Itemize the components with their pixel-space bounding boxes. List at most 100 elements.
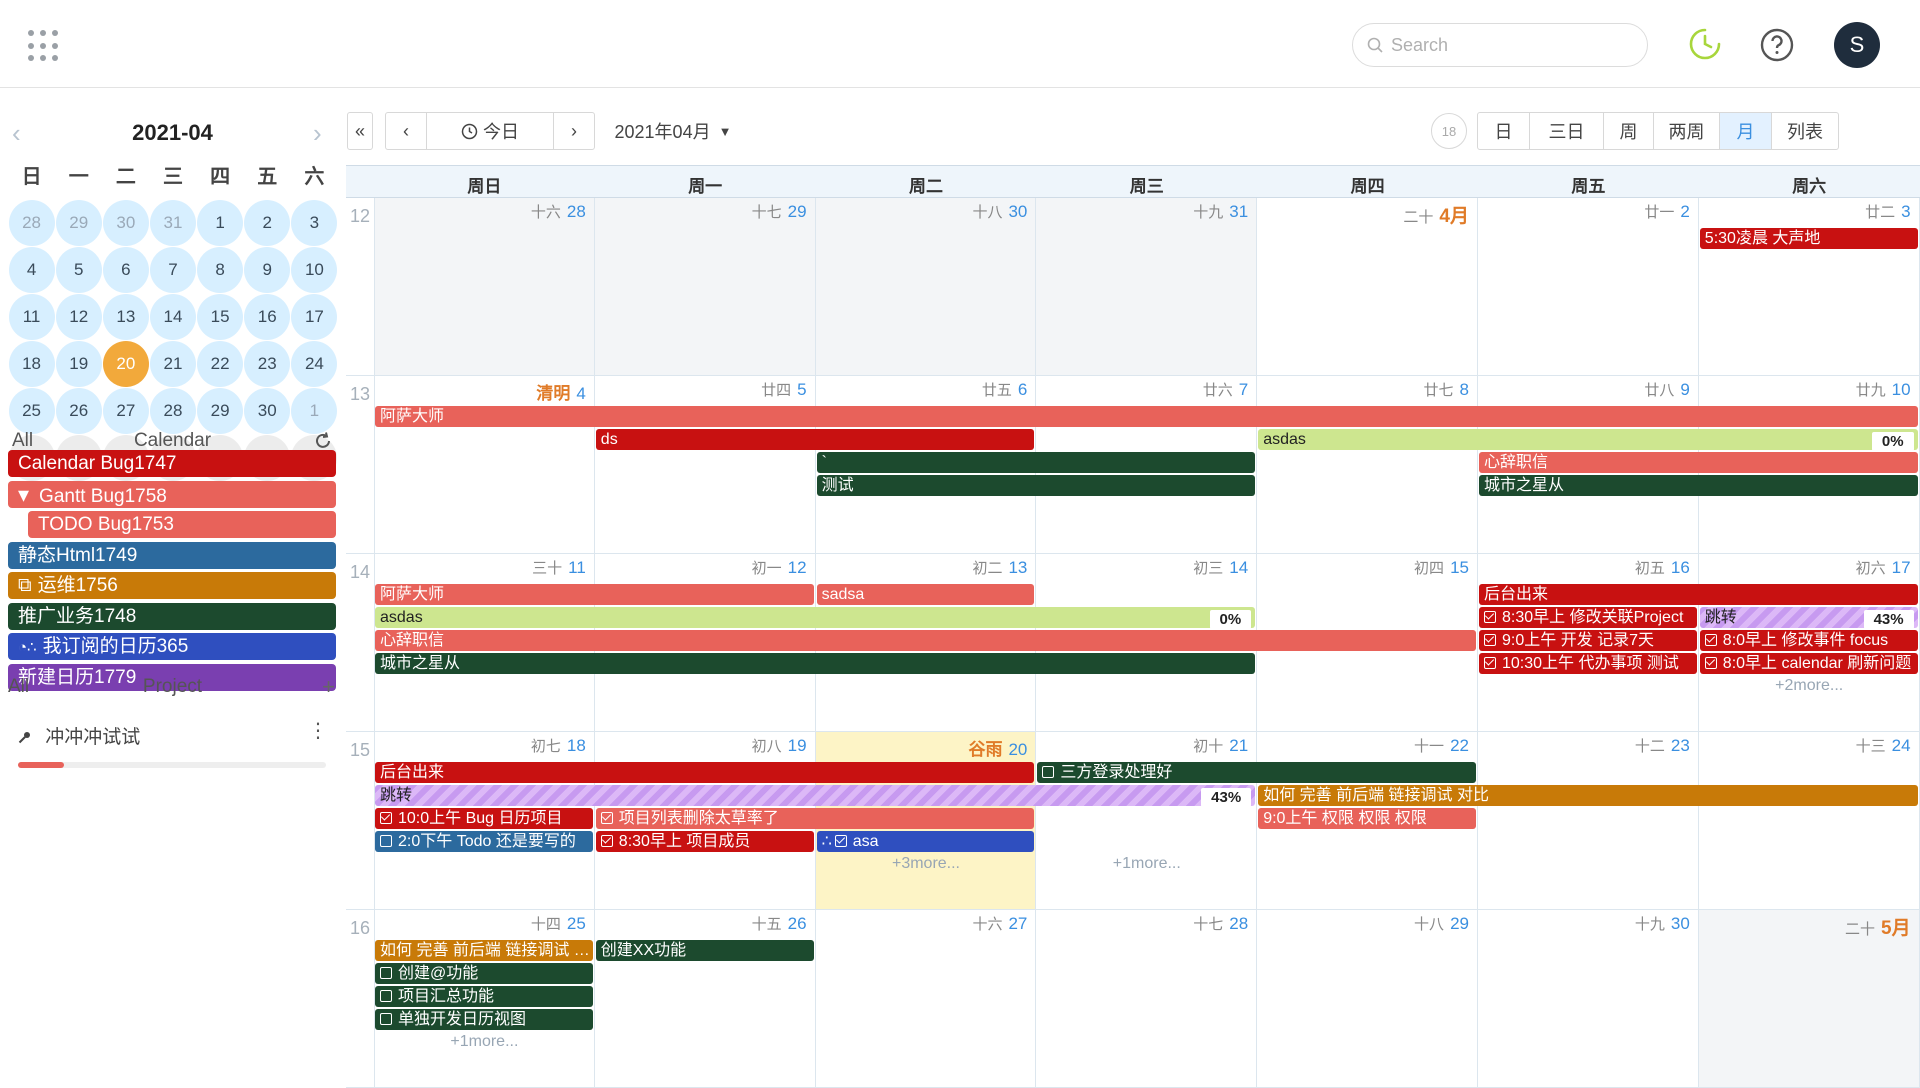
day-cell[interactable]: 十六 28 xyxy=(374,198,595,376)
checkbox-icon[interactable] xyxy=(380,835,392,847)
day-cell[interactable]: 初十 21 xyxy=(1036,732,1258,910)
mini-day[interactable]: 7 xyxy=(149,247,196,293)
day-cell[interactable]: 十七 29 xyxy=(594,198,816,376)
collapse-sidebar-button[interactable]: « xyxy=(347,112,373,150)
mini-day[interactable]: 10 xyxy=(291,247,338,293)
calendar-event[interactable]: 创建XX功能 xyxy=(595,940,814,961)
view-tab[interactable]: 日 xyxy=(1478,113,1530,149)
mini-day[interactable]: 13 xyxy=(102,294,149,340)
next-period-button[interactable]: › xyxy=(553,112,595,150)
view-tab[interactable]: 月 xyxy=(1720,113,1772,149)
calendar-event[interactable]: 10:30上午 代办事项 测试 xyxy=(1479,653,1697,674)
mini-day[interactable]: 26 xyxy=(55,388,102,434)
mini-day[interactable]: 25 xyxy=(8,388,55,434)
calendar-event[interactable]: 项目汇总功能 xyxy=(375,986,593,1007)
prev-period-button[interactable]: ‹ xyxy=(385,112,427,150)
calendar-item[interactable]: 推广业务1748 xyxy=(8,602,336,630)
day-cell[interactable]: 廿四 5 xyxy=(594,376,816,554)
calendar-item[interactable]: 静态Html1749 xyxy=(8,541,336,569)
more-events-link[interactable]: +1more... xyxy=(374,1031,595,1053)
mini-day[interactable]: 4 xyxy=(8,247,55,293)
mini-day[interactable]: 8 xyxy=(197,247,244,293)
calendar-event[interactable]: ds xyxy=(595,429,1035,450)
refresh-icon[interactable] xyxy=(313,431,333,451)
calendar-event[interactable]: 跳转 43% xyxy=(375,785,1255,806)
day-cell[interactable]: 二十 5月 xyxy=(1698,910,1920,1088)
checkbox-icon[interactable] xyxy=(380,1013,392,1025)
calendar-event[interactable]: 2:0下午 Todo 还是要写的 xyxy=(375,831,593,852)
avatar[interactable]: S xyxy=(1834,22,1880,68)
mini-day[interactable]: 29 xyxy=(55,200,102,246)
calendar-event[interactable]: 8:0早上 修改事件 focus xyxy=(1699,630,1918,651)
more-events-link[interactable]: +1more... xyxy=(1036,853,1257,875)
day-cell[interactable]: 廿七 8 xyxy=(1257,376,1478,554)
calendar-event[interactable]: 测试 xyxy=(816,475,1256,496)
mini-day[interactable]: 27 xyxy=(102,388,149,434)
calendar-event[interactable]: asdas 0% xyxy=(375,607,1256,628)
checked-checkbox-icon[interactable] xyxy=(1704,657,1717,669)
mini-day[interactable]: 23 xyxy=(244,341,291,387)
mini-day[interactable]: 2 xyxy=(244,200,291,246)
calendar-event[interactable]: 8:30早上 修改关联Project xyxy=(1479,607,1697,628)
mini-day[interactable]: 18 xyxy=(8,341,55,387)
day-cell[interactable]: 十七 28 xyxy=(1036,910,1258,1088)
day-cell[interactable]: 十九 31 xyxy=(1036,198,1258,376)
calendar-event[interactable]: asdas 0% xyxy=(1258,429,1918,450)
clock-icon[interactable] xyxy=(1688,27,1722,61)
today-button[interactable]: 今日 xyxy=(426,112,554,150)
calendar-event[interactable]: 如何 完善 前后端 链接调试 对比 xyxy=(1258,785,1918,806)
calendar-event[interactable]: ` xyxy=(816,452,1256,473)
checked-checkbox-icon[interactable] xyxy=(600,835,613,847)
calendar-event[interactable]: 后台出来 xyxy=(1479,584,1918,605)
calendar-event[interactable]: 城市之星从 xyxy=(375,653,1256,674)
day-cell[interactable]: 十八 30 xyxy=(815,198,1037,376)
mini-day[interactable]: 30 xyxy=(244,388,291,434)
view-tab[interactable]: 列表 xyxy=(1772,113,1838,149)
day-cell[interactable]: 十八 29 xyxy=(1257,910,1478,1088)
checked-checkbox-icon[interactable] xyxy=(1484,634,1496,646)
mini-day[interactable]: 11 xyxy=(8,294,55,340)
day-cell[interactable]: 二十 4月 xyxy=(1257,198,1478,376)
calendar-item[interactable]: ⧉ 运维1756 xyxy=(8,572,336,599)
checkbox-icon[interactable] xyxy=(380,967,392,979)
view-tab[interactable]: 两周 xyxy=(1654,113,1720,149)
mini-day-today[interactable]: 20 xyxy=(102,341,149,387)
checked-checkbox-icon[interactable] xyxy=(834,835,847,847)
more-vertical-icon[interactable]: ⋮ xyxy=(308,718,328,743)
mini-day[interactable]: 1 xyxy=(291,388,338,434)
mini-day[interactable]: 9 xyxy=(244,247,291,293)
checked-checkbox-icon[interactable] xyxy=(1704,634,1717,646)
calendar-event[interactable]: 创建@功能 xyxy=(375,963,593,984)
mini-day[interactable]: 5 xyxy=(55,247,102,293)
mini-day[interactable]: 14 xyxy=(149,294,196,340)
calendar-event[interactable]: 阿萨大师 xyxy=(375,406,1918,427)
day-cell[interactable]: 十六 27 xyxy=(815,910,1037,1088)
mini-day[interactable]: 28 xyxy=(8,200,55,246)
mini-day[interactable]: 16 xyxy=(244,294,291,340)
calendar-event[interactable]: 8:30早上 项目成员 xyxy=(595,831,814,852)
period-selector[interactable]: 2021年04月 ▼ xyxy=(609,112,737,150)
mini-day[interactable]: 3 xyxy=(291,200,338,246)
calendar-event[interactable]: 如何 完善 前后端 链接调试 对比 xyxy=(375,940,593,961)
week-number-badge[interactable]: 18 xyxy=(1431,113,1467,149)
calendar-item[interactable]: ▾ Gantt Bug1758 xyxy=(8,480,336,508)
calendar-event[interactable]: 阿萨大师 xyxy=(375,584,814,605)
view-tab[interactable]: 三日 xyxy=(1530,113,1604,149)
mini-day[interactable]: 6 xyxy=(102,247,149,293)
day-cell[interactable]: 十五 26 xyxy=(594,910,816,1088)
caret-down-icon[interactable]: ▾ xyxy=(18,482,29,507)
checkbox-icon[interactable] xyxy=(380,990,392,1002)
calendar-event[interactable]: 5:30凌晨 大声地 xyxy=(1699,228,1918,249)
checked-checkbox-icon[interactable] xyxy=(1484,611,1496,623)
checked-checkbox-icon[interactable] xyxy=(380,812,392,824)
calendar-event[interactable]: 8:0早上 calendar 刷新问题 xyxy=(1699,653,1918,674)
calendar-event[interactable]: 项目列表删除太草率了 xyxy=(595,808,1035,829)
calendar-event[interactable]: 9:0上午 开发 记录7天 xyxy=(1479,630,1697,651)
mini-day[interactable]: 31 xyxy=(149,200,196,246)
calendar-event[interactable]: 心辞职信 xyxy=(375,630,1476,651)
chevron-right-icon[interactable]: › xyxy=(313,118,322,149)
mini-day[interactable]: 12 xyxy=(55,294,102,340)
apps-grid-icon[interactable] xyxy=(28,30,60,62)
checked-checkbox-icon[interactable] xyxy=(600,812,613,824)
calendar-event[interactable]: 单独开发日历视图 xyxy=(375,1009,593,1030)
